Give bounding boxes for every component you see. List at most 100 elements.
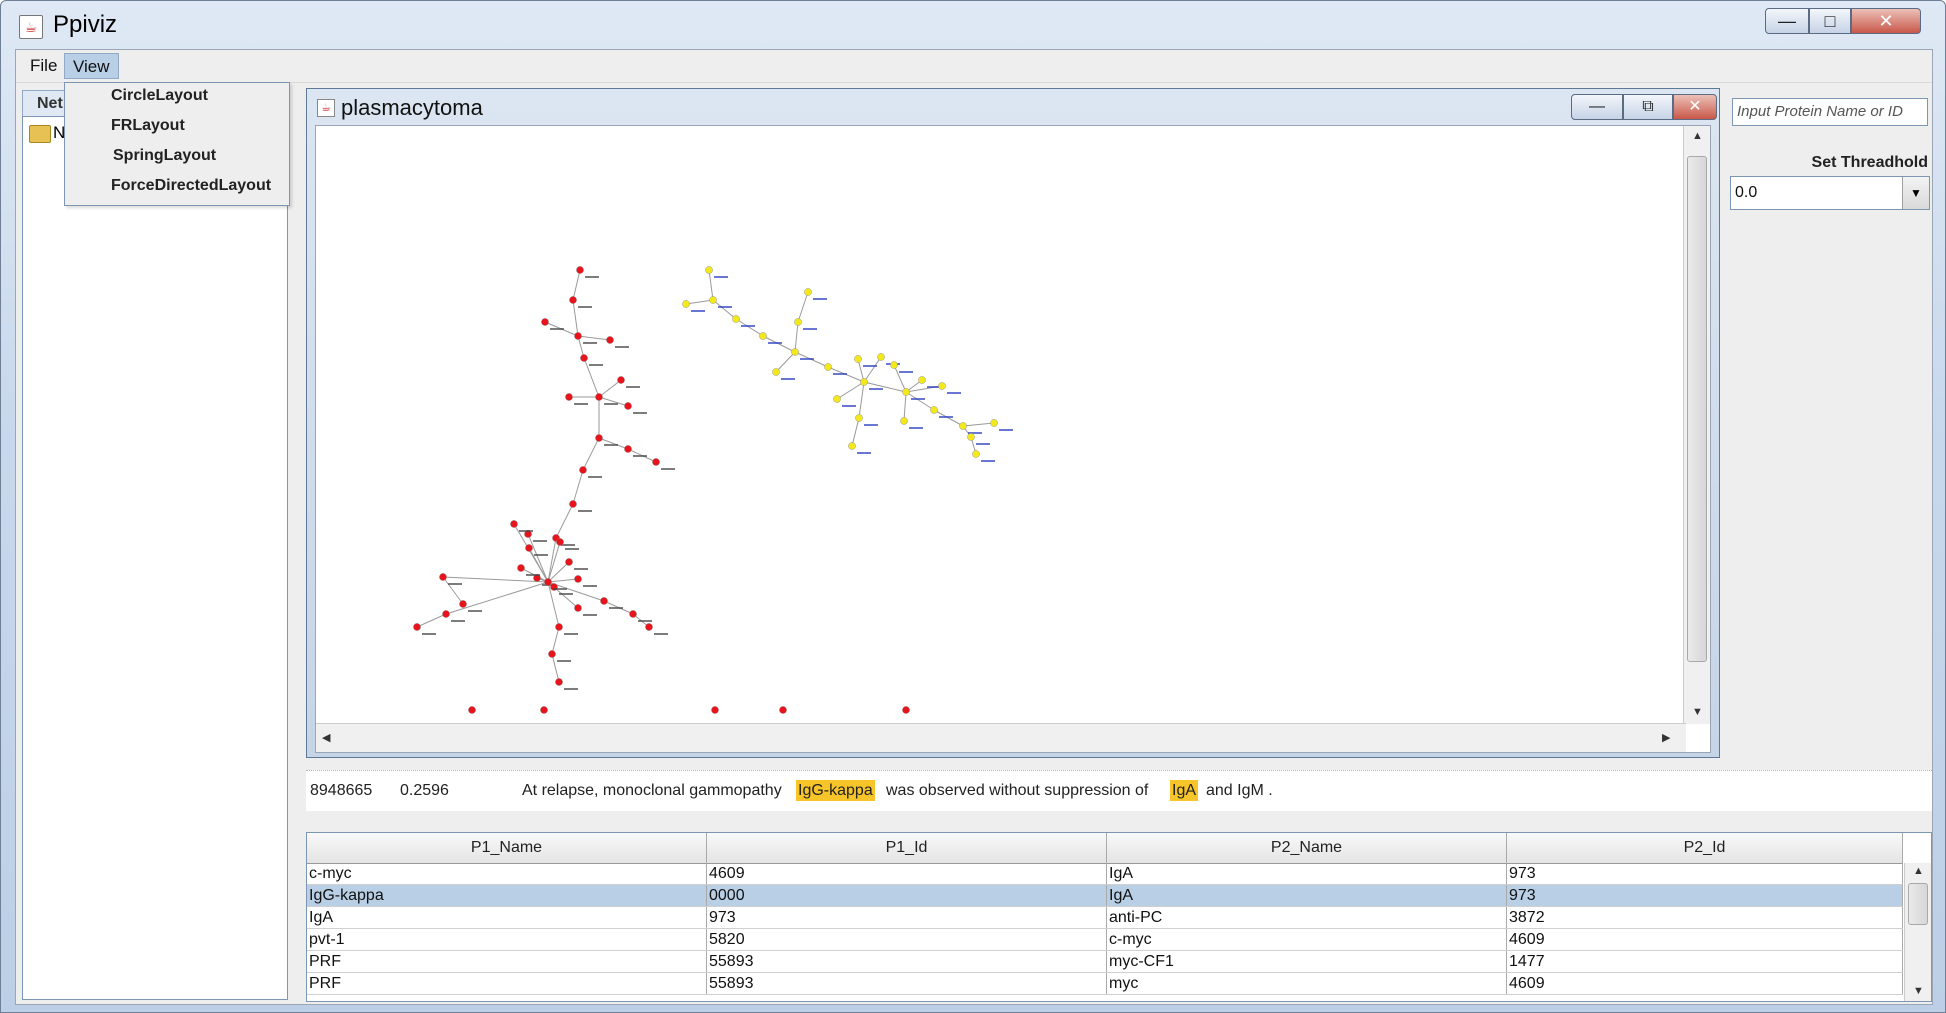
graph-node[interactable] (860, 378, 868, 386)
graph-node[interactable] (624, 402, 632, 410)
graph-node[interactable] (682, 300, 690, 308)
graph-node[interactable] (824, 363, 832, 371)
menu-item-spring-layout[interactable]: SpringLayout (113, 147, 216, 165)
menu-item-force-directed-layout[interactable]: ForceDirectedLayout (111, 177, 271, 195)
frame-minimize-button[interactable]: — (1571, 94, 1623, 120)
graph-node[interactable] (574, 575, 582, 583)
graph-node[interactable] (772, 368, 780, 376)
table-row[interactable]: PRF 55893 myc-CF1 1477 (307, 951, 1903, 973)
table-scroll-thumb[interactable] (1908, 883, 1928, 925)
window-titlebar[interactable]: ☕ Ppiviz — □ ✕ (1, 1, 1946, 47)
threshold-select[interactable]: 0.0 ▼ (1730, 176, 1930, 210)
table-row[interactable]: c-myc 4609 IgA 973 (307, 863, 1903, 885)
graph-node[interactable] (902, 388, 910, 396)
scroll-down-arrow-icon[interactable]: ▼ (1913, 985, 1924, 997)
table-row[interactable]: IgA 973 anti-PC 3872 (307, 907, 1903, 929)
scroll-right-arrow-icon[interactable]: ▶ (1662, 731, 1670, 744)
network-graph[interactable] (316, 126, 1686, 724)
chevron-down-icon[interactable]: ▼ (1902, 177, 1929, 209)
graph-node[interactable] (938, 382, 946, 390)
graph-node[interactable] (580, 354, 588, 362)
graph-node[interactable] (779, 706, 787, 714)
window-minimize-button[interactable]: — (1765, 8, 1809, 34)
graph-node[interactable] (565, 558, 573, 566)
frame-restore-button[interactable]: ⧉ (1623, 94, 1673, 120)
graph-horizontal-scrollbar[interactable]: ◀ ▶ (316, 723, 1686, 752)
graph-node[interactable] (555, 678, 563, 686)
table-vertical-scrollbar[interactable]: ▲ ▼ (1904, 863, 1931, 1001)
menu-item-circle-layout[interactable]: CircleLayout (111, 87, 208, 105)
menu-view[interactable]: View (64, 53, 119, 79)
graph-node[interactable] (804, 288, 812, 296)
graph-node[interactable] (624, 445, 632, 453)
column-header-p1-id[interactable]: P1_Id (707, 833, 1107, 863)
graph-node[interactable] (705, 266, 713, 274)
graph-node[interactable] (833, 395, 841, 403)
graph-node[interactable] (468, 706, 476, 714)
graph-node[interactable] (576, 266, 584, 274)
column-header-p2-name[interactable]: P2_Name (1107, 833, 1507, 863)
window-close-button[interactable]: ✕ (1851, 8, 1921, 34)
scroll-left-arrow-icon[interactable]: ◀ (322, 731, 330, 744)
graph-node[interactable] (459, 600, 467, 608)
graph-node[interactable] (900, 417, 908, 425)
graph-node[interactable] (595, 434, 603, 442)
graph-node[interactable] (569, 296, 577, 304)
graph-node[interactable] (541, 318, 549, 326)
graph-node[interactable] (711, 706, 719, 714)
graph-node[interactable] (732, 315, 740, 323)
tab-network[interactable]: Net (22, 90, 68, 116)
graph-node[interactable] (967, 433, 975, 441)
graph-node[interactable] (794, 318, 802, 326)
graph-node[interactable] (510, 520, 518, 528)
graph-node[interactable] (791, 348, 799, 356)
window-maximize-button[interactable]: □ (1809, 8, 1851, 34)
graph-node[interactable] (652, 458, 660, 466)
column-header-p2-id[interactable]: P2_Id (1507, 833, 1903, 863)
graph-node[interactable] (629, 610, 637, 618)
graph-node[interactable] (930, 406, 938, 414)
graph-node[interactable] (890, 361, 898, 369)
graph-node[interactable] (565, 393, 573, 401)
graph-node[interactable] (569, 500, 577, 508)
graph-node[interactable] (959, 422, 967, 430)
graph-node[interactable] (709, 296, 717, 304)
table-row[interactable]: IgG-kappa 0000 IgA 973 (307, 885, 1903, 907)
frame-close-button[interactable]: ✕ (1673, 94, 1717, 120)
scroll-up-arrow-icon[interactable]: ▲ (1913, 865, 1924, 877)
graph-node[interactable] (759, 332, 767, 340)
graph-node[interactable] (525, 544, 533, 552)
graph-node[interactable] (600, 597, 608, 605)
graph-node[interactable] (606, 336, 614, 344)
graph-node[interactable] (972, 450, 980, 458)
graph-node[interactable] (574, 604, 582, 612)
table-row[interactable]: PRF 55893 myc 4609 (307, 973, 1903, 995)
graph-node[interactable] (595, 393, 603, 401)
graph-node[interactable] (855, 414, 863, 422)
graph-node[interactable] (848, 442, 856, 450)
menu-item-fr-layout[interactable]: FRLayout (111, 117, 185, 135)
graph-node[interactable] (442, 610, 450, 618)
menu-file[interactable]: File (22, 53, 65, 79)
table-row[interactable]: pvt-1 5820 c-myc 4609 (307, 929, 1903, 951)
graph-node[interactable] (918, 376, 926, 384)
graph-node[interactable] (990, 419, 998, 427)
graph-node[interactable] (617, 376, 625, 384)
graph-node[interactable] (413, 623, 421, 631)
graph-node[interactable] (645, 623, 653, 631)
graph-node[interactable] (556, 538, 564, 546)
graph-node[interactable] (555, 623, 563, 631)
graph-node[interactable] (439, 573, 447, 581)
column-header-p1-name[interactable]: P1_Name (307, 833, 707, 863)
scroll-up-arrow-icon[interactable]: ▲ (1692, 130, 1703, 142)
graph-vertical-scroll-thumb[interactable] (1687, 156, 1707, 662)
graph-node[interactable] (902, 706, 910, 714)
graph-node[interactable] (574, 332, 582, 340)
graph-node[interactable] (854, 355, 862, 363)
network-graph-canvas[interactable]: ▲ ▼ ◀ ▶ (315, 125, 1711, 753)
graph-vertical-scrollbar[interactable]: ▲ ▼ (1683, 126, 1710, 724)
graph-node[interactable] (877, 353, 885, 361)
graph-node[interactable] (544, 578, 552, 586)
graph-node[interactable] (548, 650, 556, 658)
graph-node[interactable] (517, 564, 525, 572)
